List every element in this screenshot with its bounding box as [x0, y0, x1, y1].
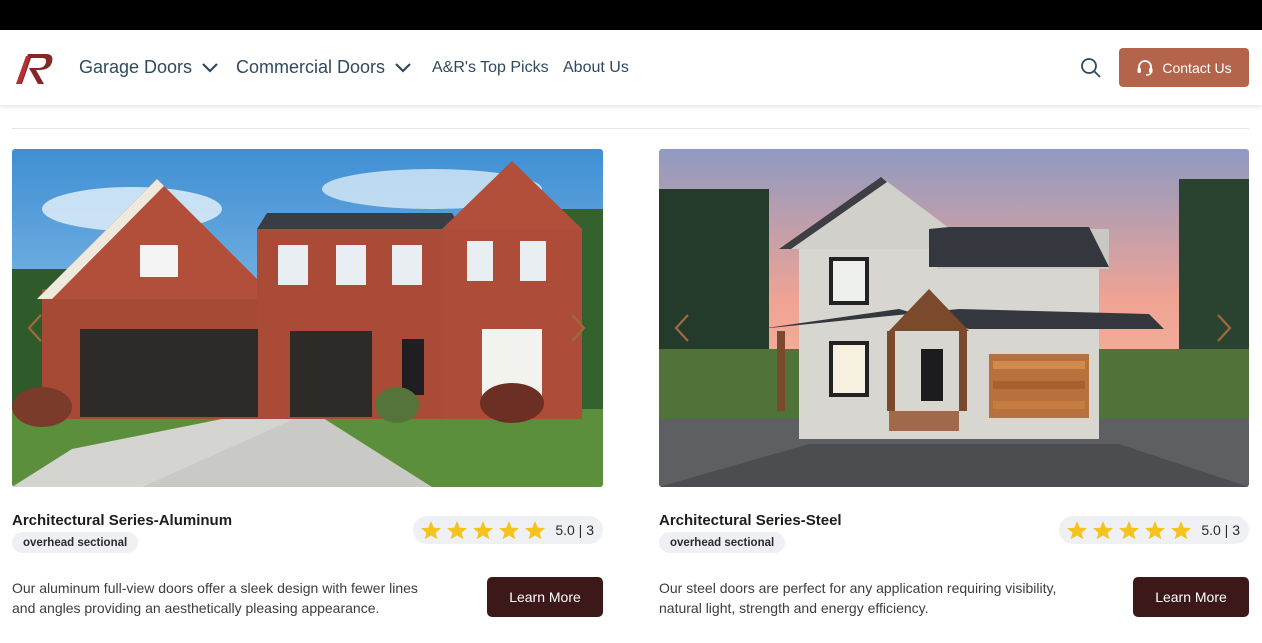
carousel-next-icon[interactable] — [1215, 313, 1233, 343]
carousel-next-icon[interactable] — [569, 313, 587, 343]
navbar: Garage Doors Commercial Doors A&R's Top … — [0, 30, 1262, 105]
product-tag: overhead sectional — [659, 532, 786, 553]
rating-score: 5.0 | 3 — [555, 522, 594, 538]
star-icon — [421, 520, 442, 540]
logo[interactable] — [14, 50, 54, 86]
nav-garage-doors[interactable]: Garage Doors — [79, 30, 218, 105]
product-image-steel[interactable] — [659, 149, 1249, 487]
star-icon — [1067, 520, 1088, 540]
product-card-steel: Architectural Series-Steel overhead sect… — [659, 149, 1249, 617]
nav-top-picks[interactable]: A&R's Top Picks — [432, 30, 549, 105]
star-icon — [447, 520, 468, 540]
nav-garage-doors-label: Garage Doors — [79, 57, 193, 77]
house-photo — [659, 149, 1249, 487]
nav-about-us[interactable]: About Us — [563, 30, 629, 105]
search-icon[interactable] — [1079, 57, 1103, 81]
star-icon — [1145, 520, 1166, 540]
top-black-bar — [0, 0, 1262, 30]
carousel-prev-icon[interactable] — [673, 313, 691, 343]
section-divider — [12, 128, 1249, 129]
house-photo — [12, 149, 603, 487]
learn-more-button[interactable]: Learn More — [1133, 577, 1249, 617]
rating-badge: 5.0 | 3 — [413, 516, 603, 544]
product-card-aluminum: Architectural Series-Aluminum overhead s… — [12, 149, 603, 617]
star-icon — [499, 520, 520, 540]
chevron-down-icon — [395, 62, 411, 73]
product-image-aluminum[interactable] — [12, 149, 603, 487]
rating-score: 5.0 | 3 — [1201, 522, 1240, 538]
product-description: Our aluminum full-view doors offer a sle… — [12, 580, 418, 616]
star-icon — [1093, 520, 1114, 540]
star-icon — [1119, 520, 1140, 540]
star-icon — [525, 520, 546, 540]
contact-us-button[interactable]: Contact Us — [1119, 48, 1249, 87]
star-icon — [1171, 520, 1192, 540]
nav-commercial-doors-label: Commercial Doors — [236, 57, 386, 77]
headset-icon — [1137, 59, 1153, 76]
nav-top-picks-label: A&R's Top Picks — [432, 58, 549, 76]
star-icon — [473, 520, 494, 540]
product-tag: overhead sectional — [12, 532, 139, 553]
product-title[interactable]: Architectural Series-Aluminum — [12, 512, 232, 529]
nav-commercial-doors[interactable]: Commercial Doors — [236, 30, 411, 105]
carousel-prev-icon[interactable] — [26, 313, 44, 343]
nav-about-us-label: About Us — [563, 58, 629, 76]
product-title[interactable]: Architectural Series-Steel — [659, 512, 842, 529]
chevron-down-icon — [202, 62, 218, 73]
learn-more-button[interactable]: Learn More — [487, 577, 603, 617]
product-description: Our steel doors are perfect for any appl… — [659, 580, 1057, 616]
rating-badge: 5.0 | 3 — [1059, 516, 1249, 544]
contact-us-label: Contact Us — [1162, 59, 1232, 76]
